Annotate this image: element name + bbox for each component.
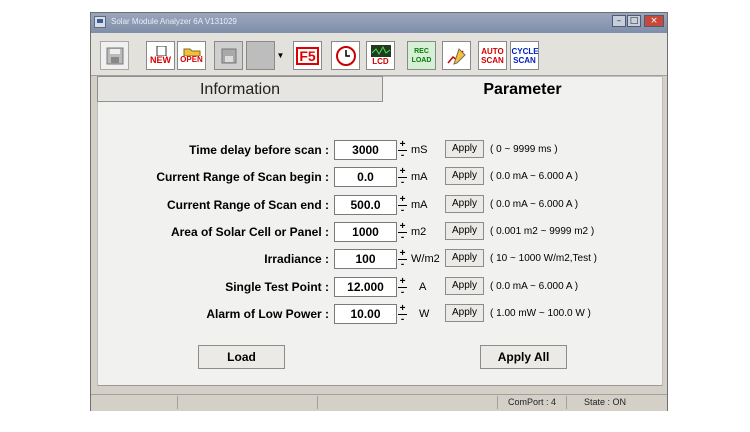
tab-parameter[interactable]: Parameter xyxy=(383,76,663,102)
parameter-range: ( 1.00 mW ~ 100.0 W ) xyxy=(490,308,591,319)
window-title: Solar Module Analyzer 6A V131029 xyxy=(111,17,237,26)
load-button[interactable]: Load xyxy=(198,345,285,369)
parameter-label: Current Range of Scan end : xyxy=(166,198,329,212)
parameter-row: Time delay before scan :3000 + - mS Apply( 0… xyxy=(98,140,664,162)
tab-information[interactable]: Information xyxy=(97,76,383,102)
parameter-value-input[interactable]: 0.0 xyxy=(334,167,397,187)
new-icon[interactable]: NEW xyxy=(146,41,175,70)
parameter-range: ( 0 ~ 9999 ms ) xyxy=(490,144,558,155)
parameter-value-input[interactable]: 100 xyxy=(334,249,397,269)
chevron-down-icon[interactable]: ▼ xyxy=(276,41,285,70)
apply-button[interactable]: Apply xyxy=(445,167,484,185)
chart-pen-icon[interactable] xyxy=(442,41,471,70)
cycle-scan-icon[interactable]: CYCLE SCAN xyxy=(510,41,539,70)
status-cell xyxy=(177,396,317,409)
value-spinner[interactable]: + - xyxy=(398,140,407,161)
decrement-button[interactable]: - xyxy=(398,177,407,188)
parameter-unit: mA xyxy=(411,171,428,183)
increment-button[interactable]: + xyxy=(398,167,407,177)
blank-icon[interactable] xyxy=(246,41,275,70)
apply-button[interactable]: Apply xyxy=(445,195,484,213)
parameter-label: Time delay before scan : xyxy=(189,143,329,157)
parameter-row: Area of Solar Cell or Panel :1000 + - m2 App… xyxy=(98,222,664,244)
parameter-unit: W/m2 xyxy=(411,253,440,265)
app-window: Solar Module Analyzer 6A V131029 – □ × N… xyxy=(90,12,668,411)
disk-icon[interactable] xyxy=(214,41,243,70)
save-icon[interactable] xyxy=(100,41,129,70)
parameter-panel: Time delay before scan :3000 + - mS Apply( 0… xyxy=(97,102,663,386)
decrement-button[interactable]: - xyxy=(398,205,407,216)
apply-button[interactable]: Apply xyxy=(445,222,484,240)
auto-scan-icon[interactable]: AUTO SCAN xyxy=(478,41,507,70)
value-spinner[interactable]: + - xyxy=(398,304,407,325)
maximize-button[interactable]: □ xyxy=(627,15,641,27)
parameter-range: ( 0.0 mA ~ 6.000 A ) xyxy=(490,199,579,210)
parameter-label: Irradiance : xyxy=(264,252,329,266)
increment-button[interactable]: + xyxy=(398,140,407,150)
parameter-value-input[interactable]: 12.000 xyxy=(334,277,397,297)
parameter-unit: A xyxy=(419,281,427,293)
state-status: State : ON xyxy=(566,396,638,409)
apply-button[interactable]: Apply xyxy=(445,304,484,322)
parameter-unit: mS xyxy=(411,144,428,156)
close-button[interactable]: × xyxy=(644,15,664,27)
decrement-button[interactable]: - xyxy=(398,287,407,298)
rec-load-icon[interactable]: REC LOAD xyxy=(407,41,436,70)
tab-bar: Information Parameter xyxy=(97,76,663,102)
value-spinner[interactable]: + - xyxy=(398,195,407,216)
parameter-row: Alarm of Low Power : 10.00 + - W Apply ( 1.00 … xyxy=(98,304,664,326)
parameter-range: ( 10 ~ 1000 W/m2,Test ) xyxy=(490,253,597,264)
value-spinner[interactable]: + - xyxy=(398,167,407,188)
clock-icon[interactable] xyxy=(331,41,360,70)
parameter-unit: m2 xyxy=(411,226,427,238)
decrement-button[interactable]: - xyxy=(398,314,407,325)
parameter-range: ( 0.0 mA ~ 6.000 A ) xyxy=(490,171,579,182)
parameter-label: Area of Solar Cell or Panel : xyxy=(170,225,329,239)
parameter-row: Single Test Point : 12.000 + - A Apply ( 0.0 m… xyxy=(98,277,664,299)
increment-button[interactable]: + xyxy=(398,277,407,287)
f5-icon[interactable]: F5 xyxy=(293,41,322,70)
apply-button[interactable]: Apply xyxy=(445,277,484,295)
value-spinner[interactable]: + - xyxy=(398,222,407,243)
apply-button[interactable]: Apply xyxy=(445,249,484,267)
increment-button[interactable]: + xyxy=(398,249,407,259)
increment-button[interactable]: + xyxy=(398,222,407,232)
parameter-range: ( 0.001 m2 ~ 9999 m2 ) xyxy=(490,226,595,237)
parameter-label: Alarm of Low Power : xyxy=(206,307,329,321)
parameter-value-input[interactable]: 10.00 xyxy=(334,304,397,324)
toolbar: NEW OPEN ▼ F5 LCD REC LOAD AUTO SCAN CYC… xyxy=(91,33,667,76)
decrement-button[interactable]: - xyxy=(398,232,407,243)
parameter-row: Current Range of Scan end :500.0 + - mA Appl… xyxy=(98,195,664,217)
increment-button[interactable]: + xyxy=(398,195,407,205)
parameter-value-input[interactable]: 3000 xyxy=(334,140,397,160)
comport-status: ComPort : 4 xyxy=(497,396,566,409)
increment-button[interactable]: + xyxy=(398,304,407,314)
parameter-value-input[interactable]: 500.0 xyxy=(334,195,397,215)
value-spinner[interactable]: + - xyxy=(398,277,407,298)
parameter-value-input[interactable]: 1000 xyxy=(334,222,397,242)
parameter-unit: W xyxy=(419,308,430,320)
decrement-button[interactable]: - xyxy=(398,150,407,161)
parameter-unit: mA xyxy=(411,199,428,211)
lcd-icon[interactable]: LCD xyxy=(366,41,395,70)
parameter-row: Current Range of Scan begin :0.0 + - mA Appl… xyxy=(98,167,664,189)
parameter-label: Current Range of Scan begin : xyxy=(156,170,329,184)
app-icon xyxy=(94,16,106,28)
status-bar: ComPort : 4 State : ON xyxy=(91,394,667,411)
parameter-label: Single Test Point : xyxy=(225,280,329,294)
open-icon[interactable]: OPEN xyxy=(177,41,206,70)
value-spinner[interactable]: + - xyxy=(398,249,407,270)
apply-button[interactable]: Apply xyxy=(445,140,484,158)
title-bar: Solar Module Analyzer 6A V131029 – □ × xyxy=(91,13,667,33)
parameter-range: ( 0.0 mA ~ 6.000 A ) xyxy=(490,281,579,292)
apply-all-button[interactable]: Apply All xyxy=(480,345,567,369)
minimize-button[interactable]: – xyxy=(612,15,626,27)
decrement-button[interactable]: - xyxy=(398,259,407,270)
status-cell xyxy=(317,396,497,409)
parameter-row: Irradiance :100 + - W/m2 Apply( 10 ~ 1000 W/… xyxy=(98,249,664,271)
